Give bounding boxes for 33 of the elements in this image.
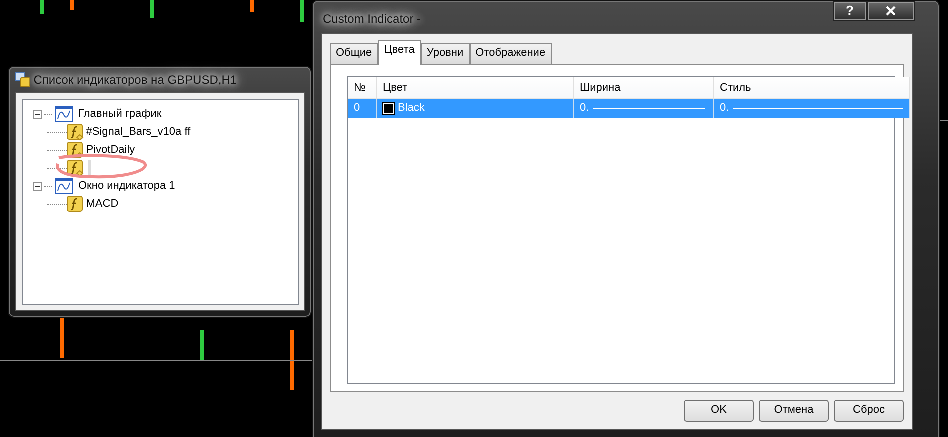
- tree-item[interactable]: Главный график: [78, 106, 162, 122]
- tab[interactable]: Уровни: [420, 43, 470, 64]
- window-title: Список индикаторов на GBPUSD,H1: [34, 70, 238, 88]
- dialog-button[interactable]: Отмена: [759, 400, 829, 422]
- dialog-button[interactable]: Сброс: [834, 400, 904, 422]
- collapse-icon[interactable]: [32, 110, 42, 118]
- ok-button[interactable]: OK: [684, 400, 754, 422]
- table-cell-text: 0.: [580, 100, 590, 116]
- edit-field[interactable]: [88, 160, 90, 176]
- close-button[interactable]: [867, 1, 915, 21]
- column-header: Цвет: [377, 76, 574, 98]
- function-icon: [66, 160, 84, 176]
- collapse-icon[interactable]: [32, 182, 42, 190]
- column-header: Ширина: [574, 76, 714, 98]
- chart-window-icon: [55, 106, 73, 122]
- function-icon: [66, 196, 84, 212]
- tree-item[interactable]: #Signal_Bars_v10a ff: [86, 124, 191, 140]
- chart-window-icon: [55, 178, 73, 194]
- table-cell: 0: [348, 98, 377, 118]
- column-header: №: [348, 76, 377, 98]
- function-icon: [66, 124, 84, 140]
- column-header: Стиль: [714, 76, 910, 98]
- tab[interactable]: Цвета: [378, 40, 421, 64]
- window-title: Custom Indicator -: [323, 10, 833, 28]
- table-cell-text: 0.: [720, 100, 730, 116]
- help-button[interactable]: ?: [833, 1, 867, 21]
- tab[interactable]: Отображение: [470, 43, 552, 64]
- tab[interactable]: Общие: [330, 43, 378, 64]
- tree-item[interactable]: Окно индикатора 1: [78, 178, 176, 194]
- tree-item[interactable]: MACD: [86, 196, 119, 212]
- table-cell-text: Black: [398, 100, 425, 116]
- close-icon: [886, 6, 896, 16]
- tree-item[interactable]: PivotDaily: [86, 142, 136, 158]
